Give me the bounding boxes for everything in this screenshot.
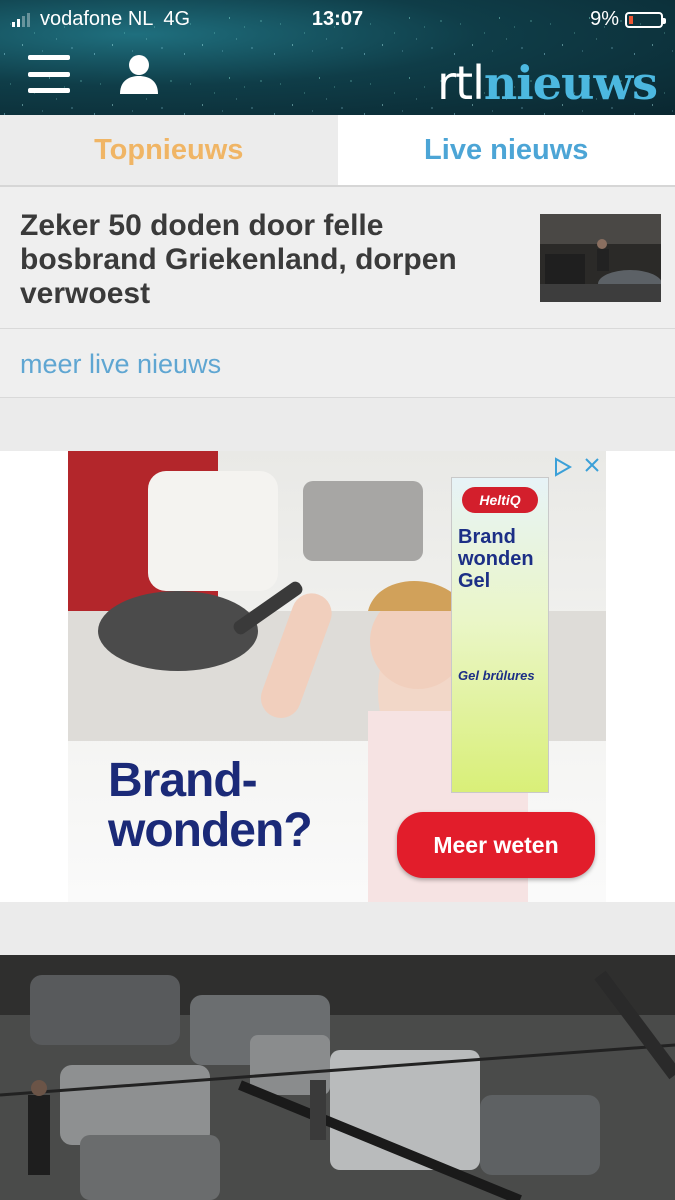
product-subtitle: Gel brûlures xyxy=(458,668,535,683)
app-header: vodafone NL 4G 13:07 9% rtl nieuws xyxy=(0,0,675,115)
battery-percent: 9% xyxy=(590,8,619,30)
signal-icon xyxy=(12,12,30,27)
tab-topnieuws[interactable]: Topnieuws xyxy=(0,115,338,185)
product-name-line2: wonden xyxy=(458,548,534,570)
ad-cta-button[interactable]: Meer weten xyxy=(397,812,595,878)
product-package: HeltiQ Brand wonden Gel Gel brûlures xyxy=(451,477,549,793)
article-hero-image[interactable] xyxy=(0,955,675,1200)
ad-headline-line2: wonden? xyxy=(108,804,313,857)
hamburger-menu-icon[interactable] xyxy=(28,55,70,93)
ad-container: HeltiQ Brand wonden Gel Gel brûlures Bra… xyxy=(0,451,675,902)
advertisement-banner[interactable]: HeltiQ Brand wonden Gel Gel brûlures Bra… xyxy=(68,451,606,902)
product-name-line1: Brand xyxy=(458,526,516,548)
thumbnail-image xyxy=(540,214,661,302)
live-news-headline: Zeker 50 doden door felle bosbrand Griek… xyxy=(20,209,457,310)
network-type: 4G xyxy=(163,8,191,30)
rtl-nieuws-logo[interactable]: rtl nieuws xyxy=(437,56,658,110)
carrier-name: vodafone NL xyxy=(40,8,154,30)
close-icon[interactable] xyxy=(584,457,600,473)
status-right: 9% xyxy=(590,8,666,31)
ad-headline: Brand- wonden? xyxy=(108,754,313,857)
more-live-news-link[interactable]: meer live nieuws xyxy=(0,329,675,398)
user-profile-icon[interactable] xyxy=(118,52,160,96)
ad-choices[interactable] xyxy=(554,457,600,477)
battery-icon xyxy=(625,11,666,28)
logo-rtl: rtl xyxy=(437,56,485,110)
tab-live-nieuws[interactable]: Live nieuws xyxy=(337,115,675,185)
live-news-item[interactable]: Zeker 50 doden door felle bosbrand Griek… xyxy=(0,187,675,329)
product-name: Brand wonden Gel xyxy=(458,526,548,592)
product-brand: HeltiQ xyxy=(462,487,538,513)
more-live-news-label: meer live nieuws xyxy=(20,349,222,379)
status-left: vodafone NL 4G xyxy=(12,8,190,31)
logo-nieuws: nieuws xyxy=(483,56,658,110)
ad-headline-line1: Brand- xyxy=(108,754,258,807)
live-news-thumbnail xyxy=(540,214,661,302)
wildfire-photo xyxy=(0,955,675,1200)
section-tabs: Topnieuws Live nieuws xyxy=(0,115,675,187)
status-bar: vodafone NL 4G 13:07 9% xyxy=(0,6,675,34)
adchoices-icon[interactable] xyxy=(554,457,572,477)
product-name-line3: Gel xyxy=(458,570,491,592)
